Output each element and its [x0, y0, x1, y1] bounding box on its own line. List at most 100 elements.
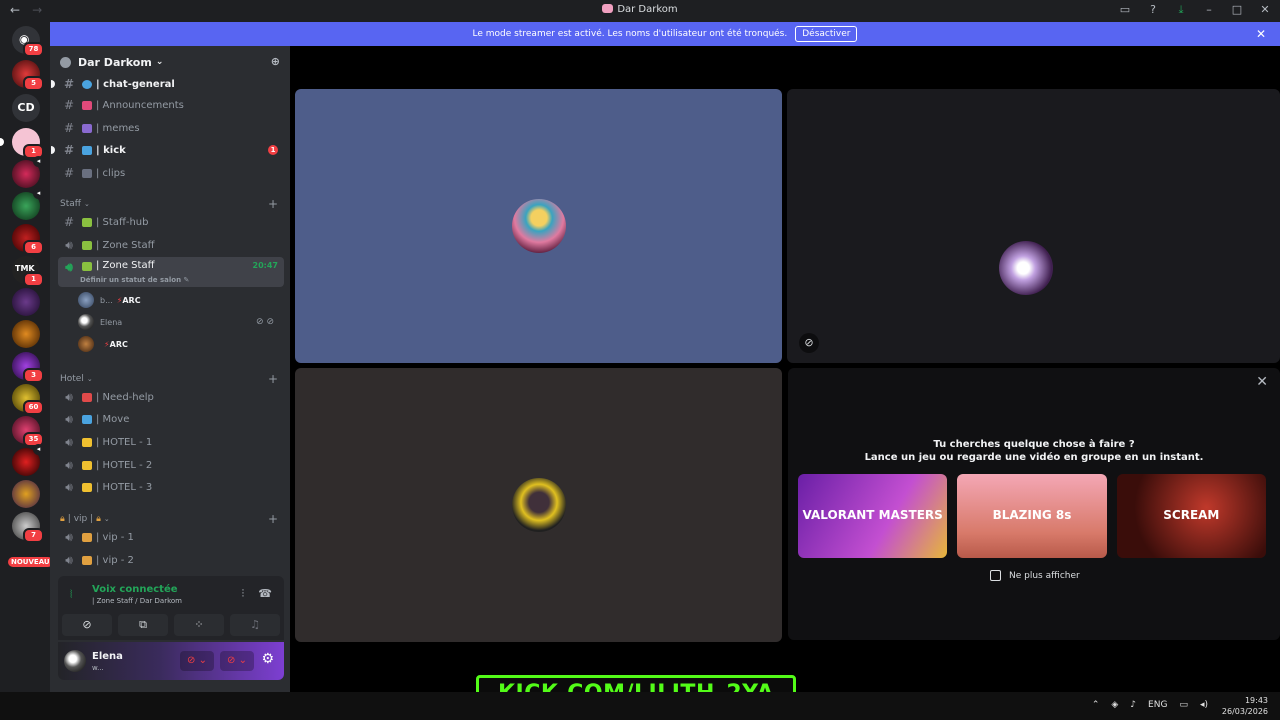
channel-hotel-1[interactable]: 🔊︎ | HOTEL - 1	[58, 432, 284, 452]
voice-user-elena[interactable]: Elena ⊘ ⊘	[78, 313, 278, 331]
participant-avatar	[512, 199, 566, 253]
set-channel-status[interactable]: Définir un statut de salon ✎	[80, 276, 189, 284]
home-button[interactable]: ◉ 78	[12, 26, 44, 57]
disconnect-icon[interactable]: ☎	[258, 587, 272, 601]
monitor-icon[interactable]: ▭	[1179, 700, 1188, 710]
language-indicator[interactable]: ENG	[1148, 700, 1167, 710]
add-channel-icon[interactable]: +	[268, 372, 278, 386]
channel-vip-2[interactable]: 🔊︎ | vip - 2	[58, 550, 284, 570]
guild-icon	[60, 56, 71, 68]
avatar	[78, 292, 94, 308]
close-icon[interactable]: ✕	[1256, 374, 1268, 390]
volume-icon[interactable]: ◂)	[1200, 700, 1208, 710]
voice-user[interactable]: b... ⚡ARC	[78, 291, 278, 309]
invite-people-icon[interactable]: ⊕	[271, 55, 280, 68]
category-staff[interactable]: Staff ⌄ +	[60, 197, 282, 211]
activity-card[interactable]: VALORANT MASTERS	[798, 474, 948, 558]
chevron-up-icon[interactable]: ⌃	[1092, 700, 1100, 710]
server-icon[interactable]: 5	[12, 60, 44, 91]
close-icon[interactable]: ✕	[1256, 27, 1266, 41]
voice-location[interactable]: | Zone Staff / Dar Darkom	[92, 597, 182, 605]
avatar	[78, 336, 94, 352]
channel-staff-hub[interactable]: # | Staff-hub	[58, 212, 284, 232]
help-icon[interactable]: ?	[1146, 3, 1160, 17]
lock-emoji-icon: 🔒︎	[60, 514, 65, 524]
participant-tile[interactable]	[295, 368, 782, 642]
channel-memes[interactable]: # | memes	[58, 118, 284, 138]
add-channel-icon[interactable]: +	[268, 512, 278, 526]
speaker-icon: 🔊︎	[65, 434, 73, 449]
noise-suppression-icon[interactable]: ⫶	[242, 587, 245, 601]
channel-kick[interactable]: # | kick 1	[51, 140, 284, 160]
server-icon[interactable]: ◂	[12, 188, 44, 220]
camera-off-button[interactable]: ⊘	[62, 614, 112, 636]
participant-tile[interactable]: ⊘	[787, 89, 1280, 363]
disable-streamer-button[interactable]: Désactiver	[795, 26, 858, 42]
category-vip[interactable]: 🔒︎ | vip | 🔒︎ ⌄ +	[60, 512, 282, 526]
close-window-icon[interactable]: ✕	[1258, 3, 1272, 17]
speaker-icon: 🔊︎	[65, 479, 73, 494]
soundboard-button[interactable]: ♫	[230, 614, 280, 636]
sos-emoji-icon	[82, 392, 92, 402]
download-icon[interactable]: ⤓	[1174, 3, 1188, 17]
maximize-icon[interactable]: □	[1230, 3, 1244, 17]
server-icon[interactable]: 6	[12, 224, 44, 255]
channel-move[interactable]: 🔊︎ | Move	[58, 409, 284, 429]
activity-cards: VALORANT MASTERS BLAZING 8s SCREAM	[798, 474, 1266, 558]
participant-tile[interactable]	[295, 89, 782, 363]
server-icon[interactable]	[12, 288, 40, 316]
speaker-icon: 🔊︎	[65, 552, 73, 567]
server-icon[interactable]: 3	[12, 352, 44, 383]
server-rail: ◉ 78 5 CD 1 ◂ ◂ 6 TMK 1 3 60 35 ◂ 7 NOUVE…	[0, 22, 53, 692]
camera-emoji-icon	[82, 168, 92, 178]
gear-icon[interactable]: ⚙	[261, 651, 274, 667]
server-icon-tmk[interactable]: TMK 1	[12, 256, 44, 287]
server-icon[interactable]: 60	[12, 384, 44, 415]
chevron-down-icon: ⌄	[155, 57, 164, 67]
voice-status[interactable]: Voix connectée	[92, 584, 178, 595]
server-icon[interactable]	[12, 320, 40, 348]
participant-avatar	[999, 241, 1053, 295]
deafen-button[interactable]: ⊘ ⌄	[220, 651, 254, 671]
voice-user[interactable]: ⚡ARC	[78, 335, 278, 353]
checkbox[interactable]	[990, 570, 1001, 581]
category-hotel[interactable]: Hotel ⌄ +	[60, 372, 282, 386]
channel-chat-general[interactable]: # | chat-general	[51, 74, 284, 94]
channel-hotel-2[interactable]: 🔊︎ | HOTEL - 2	[58, 455, 284, 475]
text-channel-icon: #	[63, 121, 75, 135]
activity-title: Tu cherches quelque chose à faire ? Lanc…	[864, 439, 1204, 463]
mute-button[interactable]: ⊘ ⌄	[180, 651, 214, 671]
minimize-icon[interactable]: –	[1202, 3, 1216, 17]
avatar[interactable]	[64, 650, 86, 672]
badge-emoji-icon	[82, 262, 92, 271]
dont-show-again-checkbox[interactable]: Ne plus afficher	[990, 570, 1080, 581]
activity-card[interactable]: BLAZING 8s	[957, 474, 1107, 558]
inbox-icon[interactable]: ▭	[1118, 3, 1132, 17]
steam-icon[interactable]: ◈	[1111, 700, 1118, 710]
server-icon[interactable]: ◂	[12, 444, 44, 476]
server-icon[interactable]: 7	[12, 512, 44, 543]
activities-button[interactable]: ⁘	[174, 614, 224, 636]
channel-need-help[interactable]: 🔊︎ | Need-help	[58, 387, 284, 407]
window-controls: ▭ ? ⤓ – □ ✕	[1118, 3, 1272, 17]
clock[interactable]: 19:43 26/03/2026	[1222, 695, 1268, 717]
channel-sidebar: Dar Darkom ⌄ ⊕ # | chat-general # | Anno…	[50, 46, 290, 692]
voice-channel-zone-staff-active[interactable]: 🔊︎ | Zone Staff 20:47 Définir un statut …	[58, 257, 284, 287]
channel-clips[interactable]: # | clips	[58, 163, 284, 183]
channel-announcements[interactable]: # | Announcements	[58, 95, 284, 115]
add-channel-icon[interactable]: +	[268, 197, 278, 211]
warning-emoji-icon	[82, 437, 92, 447]
screen-share-button[interactable]: ⧉	[118, 614, 168, 636]
server-icon[interactable]: 35	[12, 416, 44, 447]
voice-channel-zone-staff[interactable]: 🔊︎ | Zone Staff	[58, 235, 284, 255]
server-icon-cd[interactable]: CD	[12, 94, 40, 122]
activity-card[interactable]: SCREAM	[1116, 474, 1266, 558]
username[interactable]: Elena	[92, 651, 123, 662]
server-icon-dar-darkom[interactable]: 1	[0, 128, 44, 159]
server-icon[interactable]	[12, 480, 40, 508]
mic-icon[interactable]: ♪	[1130, 700, 1136, 710]
text-channel-icon: #	[63, 77, 75, 91]
channel-hotel-3[interactable]: 🔊︎ | HOTEL - 3	[58, 477, 284, 497]
channel-vip-1[interactable]: 🔊︎ | vip - 1	[58, 527, 284, 547]
server-icon[interactable]: ◂	[12, 156, 44, 188]
